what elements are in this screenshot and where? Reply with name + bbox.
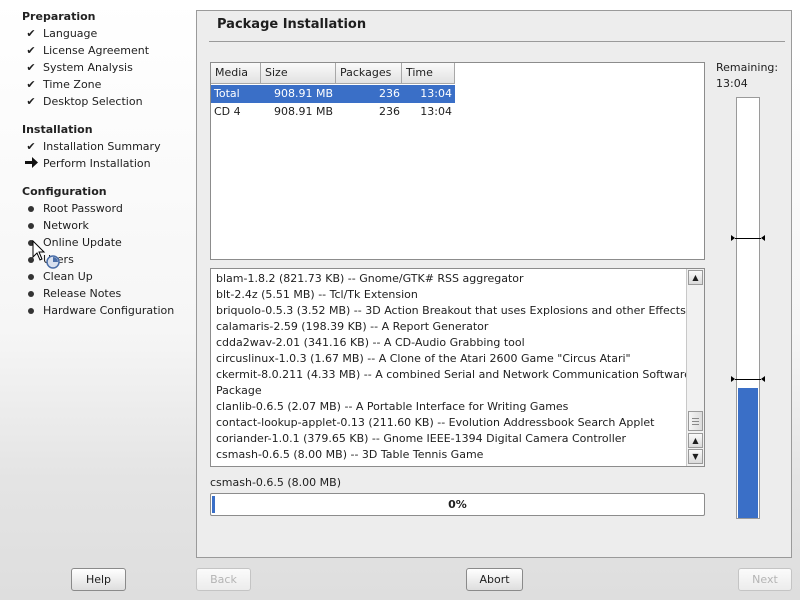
list-item: briquolo-0.5.3 (3.52 MB) -- 3D Action Br… <box>216 304 686 317</box>
section-title-preparation: Preparation <box>22 10 96 23</box>
sidebar-item-desktop-selection: ✔ Desktop Selection <box>24 94 192 111</box>
sidebar: Preparation ✔ Language ✔ License Agreement… <box>0 0 196 560</box>
table-row[interactable]: CD 4 908.91 MB 236 13:04 <box>211 103 455 121</box>
package-log[interactable]: blam-1.8.2 (821.73 KB) -- Gnome/GTK# RSS… <box>210 268 705 467</box>
bullet-icon <box>24 304 38 318</box>
bullet-icon <box>24 287 38 301</box>
install-progress-bar: 0% <box>210 493 705 516</box>
sidebar-item-label: Desktop Selection <box>43 95 143 108</box>
list-item: clanlib-0.6.5 (2.07 MB) -- A Portable In… <box>216 400 569 413</box>
sidebar-item-time-zone: ✔ Time Zone <box>24 77 192 94</box>
sidebar-item-label: Time Zone <box>43 78 102 91</box>
list-item: calamaris-2.59 (198.39 KB) -- A Report G… <box>216 320 489 333</box>
sidebar-item-root-password: Root Password <box>24 201 192 218</box>
sidebar-item-label: Hardware Configuration <box>43 304 175 317</box>
list-item: csmash-0.6.5 (8.00 MB) -- 3D Table Tenni… <box>216 448 484 461</box>
cell-packages: 236 <box>379 105 400 118</box>
media-table[interactable]: Media Size Packages Time Total 908.91 MB… <box>210 62 705 260</box>
column-header-time[interactable]: Time <box>402 63 455 84</box>
table-header: Media Size Packages Time <box>211 63 704 84</box>
page-title: Package Installation <box>217 17 367 32</box>
scroll-thumb[interactable] <box>688 411 703 431</box>
list-item: circuslinux-1.0.3 (1.67 MB) -- A Clone o… <box>216 352 631 365</box>
sidebar-item-installation-summary: ✔ Installation Summary <box>24 139 192 156</box>
column-header-packages[interactable]: Packages <box>336 63 402 84</box>
sidebar-item-release-notes: Release Notes <box>24 286 192 303</box>
column-header-size[interactable]: Size <box>261 63 336 84</box>
cd-marker <box>731 235 765 242</box>
sidebar-item-language: ✔ Language <box>24 26 192 43</box>
cell-time: 13:04 <box>420 87 452 100</box>
sidebar-item-label: License Agreement <box>43 44 150 57</box>
cell-media: CD 4 <box>214 105 241 118</box>
sidebar-item-label: System Analysis <box>43 61 133 74</box>
sidebar-item-network: Network <box>24 218 192 235</box>
section-title-installation: Installation <box>22 123 93 136</box>
cell-packages: 236 <box>379 87 400 100</box>
check-icon: ✔ <box>26 44 36 57</box>
sidebar-item-hardware-configuration: Hardware Configuration <box>24 303 192 320</box>
title-divider <box>209 41 785 42</box>
sidebar-item-label: Language <box>43 27 98 40</box>
back-button[interactable]: Back <box>196 568 251 591</box>
remaining-gauge <box>731 97 765 519</box>
cell-size: 908.91 MB <box>273 87 333 100</box>
list-item: Package <box>216 384 262 397</box>
vertical-scrollbar[interactable]: ▲ ▲ ▼ <box>686 269 704 466</box>
bullet-icon <box>24 270 38 284</box>
check-icon: ✔ <box>26 140 36 153</box>
arrow-right-icon <box>24 157 38 171</box>
main-panel: Package Installation Media Size Packages… <box>196 10 792 558</box>
scroll-up-icon[interactable]: ▲ <box>688 270 703 285</box>
current-package-label: csmash-0.6.5 (8.00 MB) <box>210 476 342 489</box>
scroll-down-icon[interactable]: ▼ <box>688 449 703 464</box>
scroll-up-icon[interactable]: ▲ <box>688 433 703 448</box>
bullet-icon <box>24 219 38 233</box>
sidebar-item-perform-installation: Perform Installation <box>24 156 192 173</box>
cell-time: 13:04 <box>420 105 452 118</box>
sidebar-item-label: Root Password <box>43 202 123 215</box>
remaining-time: 13:04 <box>716 77 748 90</box>
sidebar-item-label: Release Notes <box>43 287 122 300</box>
list-item: ckermit-8.0.211 (4.33 MB) -- A combined … <box>216 368 691 381</box>
list-item: contact-lookup-applet-0.13 (211.60 KB) -… <box>216 416 655 429</box>
gauge-fill <box>738 388 758 518</box>
help-button[interactable]: Help <box>71 568 126 591</box>
progress-text: 0% <box>448 498 467 511</box>
cell-media: Total <box>214 87 240 100</box>
check-icon: ✔ <box>26 61 36 74</box>
section-title-configuration: Configuration <box>22 185 107 198</box>
table-row[interactable]: Total 908.91 MB 236 13:04 <box>211 85 455 103</box>
list-item: coriander-1.0.1 (379.65 KB) -- Gnome IEE… <box>216 432 627 445</box>
bullet-icon <box>24 202 38 216</box>
cd-marker <box>731 376 765 383</box>
check-icon: ✔ <box>26 95 36 108</box>
sidebar-item-license-agreement: ✔ License Agreement <box>24 43 192 60</box>
check-icon: ✔ <box>26 78 36 91</box>
busy-cursor-icon <box>32 239 64 272</box>
remaining-label: Remaining: <box>716 61 779 74</box>
abort-button[interactable]: Abort <box>466 568 523 591</box>
sidebar-item-label: Installation Summary <box>43 140 161 153</box>
check-icon: ✔ <box>26 27 36 40</box>
column-header-media[interactable]: Media <box>211 63 261 84</box>
sidebar-item-label: Network <box>43 219 89 232</box>
list-item: blt-2.4z (5.51 MB) -- Tcl/Tk Extension <box>216 288 418 301</box>
sidebar-item-system-analysis: ✔ System Analysis <box>24 60 192 77</box>
list-item: cdda2wav-2.01 (341.16 KB) -- A CD-Audio … <box>216 336 525 349</box>
list-item: blam-1.8.2 (821.73 KB) -- Gnome/GTK# RSS… <box>216 272 524 285</box>
cell-size: 908.91 MB <box>273 105 333 118</box>
sidebar-item-label: Perform Installation <box>43 157 151 170</box>
next-button[interactable]: Next <box>738 568 792 591</box>
